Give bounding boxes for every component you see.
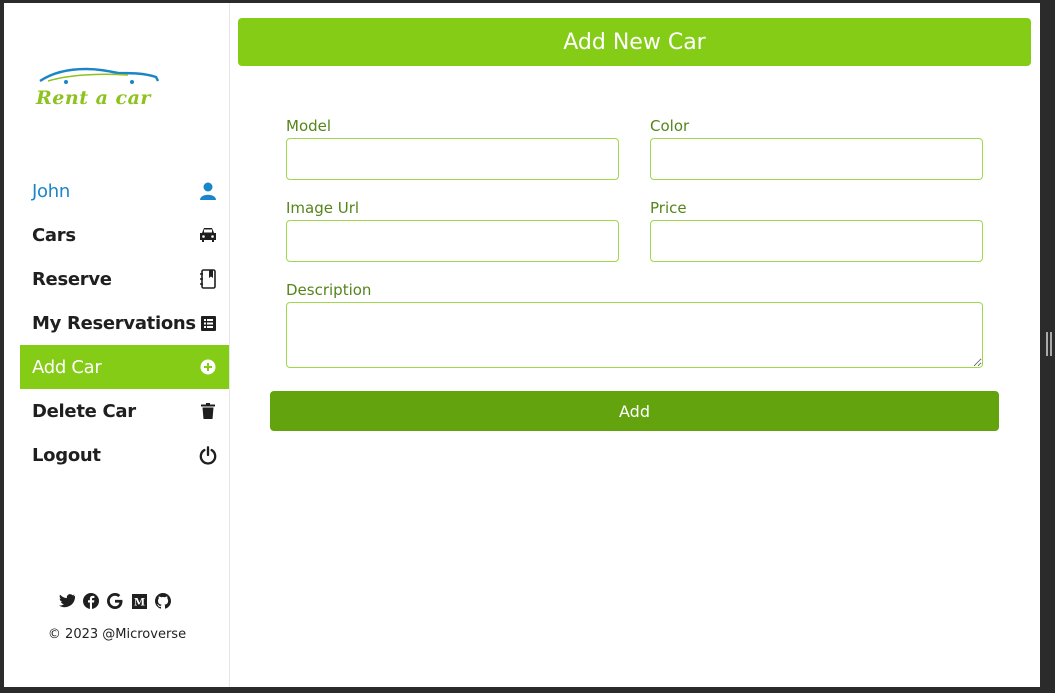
github-icon[interactable]: [154, 592, 172, 610]
sidebar: Rent a car John Cars Reserve My Reservat…: [4, 3, 230, 687]
brand-name: Rent a car: [36, 87, 151, 109]
sidebar-item-delete-car[interactable]: Delete Car: [20, 389, 229, 433]
medium-icon[interactable]: M: [130, 592, 148, 610]
sidebar-item-cars[interactable]: Cars: [20, 213, 229, 257]
model-input[interactable]: [286, 138, 619, 180]
sidebar-item-user[interactable]: John: [20, 169, 229, 213]
image-url-label: Image Url: [286, 199, 360, 217]
facebook-icon[interactable]: [82, 592, 100, 610]
image-url-input[interactable]: [286, 220, 619, 262]
car-logo-icon: [39, 67, 160, 84]
twitter-icon[interactable]: [58, 592, 76, 610]
description-input[interactable]: [286, 302, 983, 368]
google-icon[interactable]: [106, 592, 124, 610]
social-links: M: [58, 592, 178, 610]
sidebar-item-logout[interactable]: Logout: [20, 433, 229, 477]
price-label: Price: [650, 199, 687, 217]
sidebar-item-label: Logout: [32, 444, 101, 466]
page-title-bar: Add New Car: [238, 18, 1031, 66]
notebook-icon: [199, 269, 217, 289]
car-icon: [199, 226, 217, 244]
description-label: Description: [286, 281, 372, 299]
sidebar-item-label: Cars: [32, 224, 76, 246]
plus-circle-icon: [199, 358, 217, 376]
add-button[interactable]: Add: [270, 391, 999, 431]
resize-handle[interactable]: [1046, 332, 1052, 356]
power-icon: [199, 446, 217, 465]
user-name: John: [32, 180, 70, 202]
sidebar-item-my-reservations[interactable]: My Reservations: [20, 301, 229, 345]
sidebar-item-label: Add Car: [32, 356, 102, 378]
copyright: © 2023 @Microverse: [47, 627, 187, 642]
sidebar-nav: John Cars Reserve My Reservations Add Ca…: [20, 169, 229, 477]
trash-icon: [199, 402, 217, 420]
user-icon: [199, 182, 217, 200]
app-window: Rent a car John Cars Reserve My Reservat…: [4, 3, 1040, 687]
sidebar-item-label: Reserve: [32, 268, 112, 290]
sidebar-item-label: My Reservations: [32, 312, 196, 334]
model-label: Model: [286, 117, 332, 135]
sidebar-item-reserve[interactable]: Reserve: [20, 257, 229, 301]
price-input[interactable]: [650, 220, 983, 262]
svg-text:M: M: [133, 597, 144, 608]
list-icon: [199, 314, 217, 332]
sidebar-item-add-car[interactable]: Add Car: [20, 345, 229, 389]
color-label: Color: [650, 117, 690, 135]
color-input[interactable]: [650, 138, 983, 180]
logo[interactable]: Rent a car: [32, 63, 162, 115]
page-title: Add New Car: [563, 29, 706, 55]
sidebar-item-label: Delete Car: [32, 400, 136, 422]
